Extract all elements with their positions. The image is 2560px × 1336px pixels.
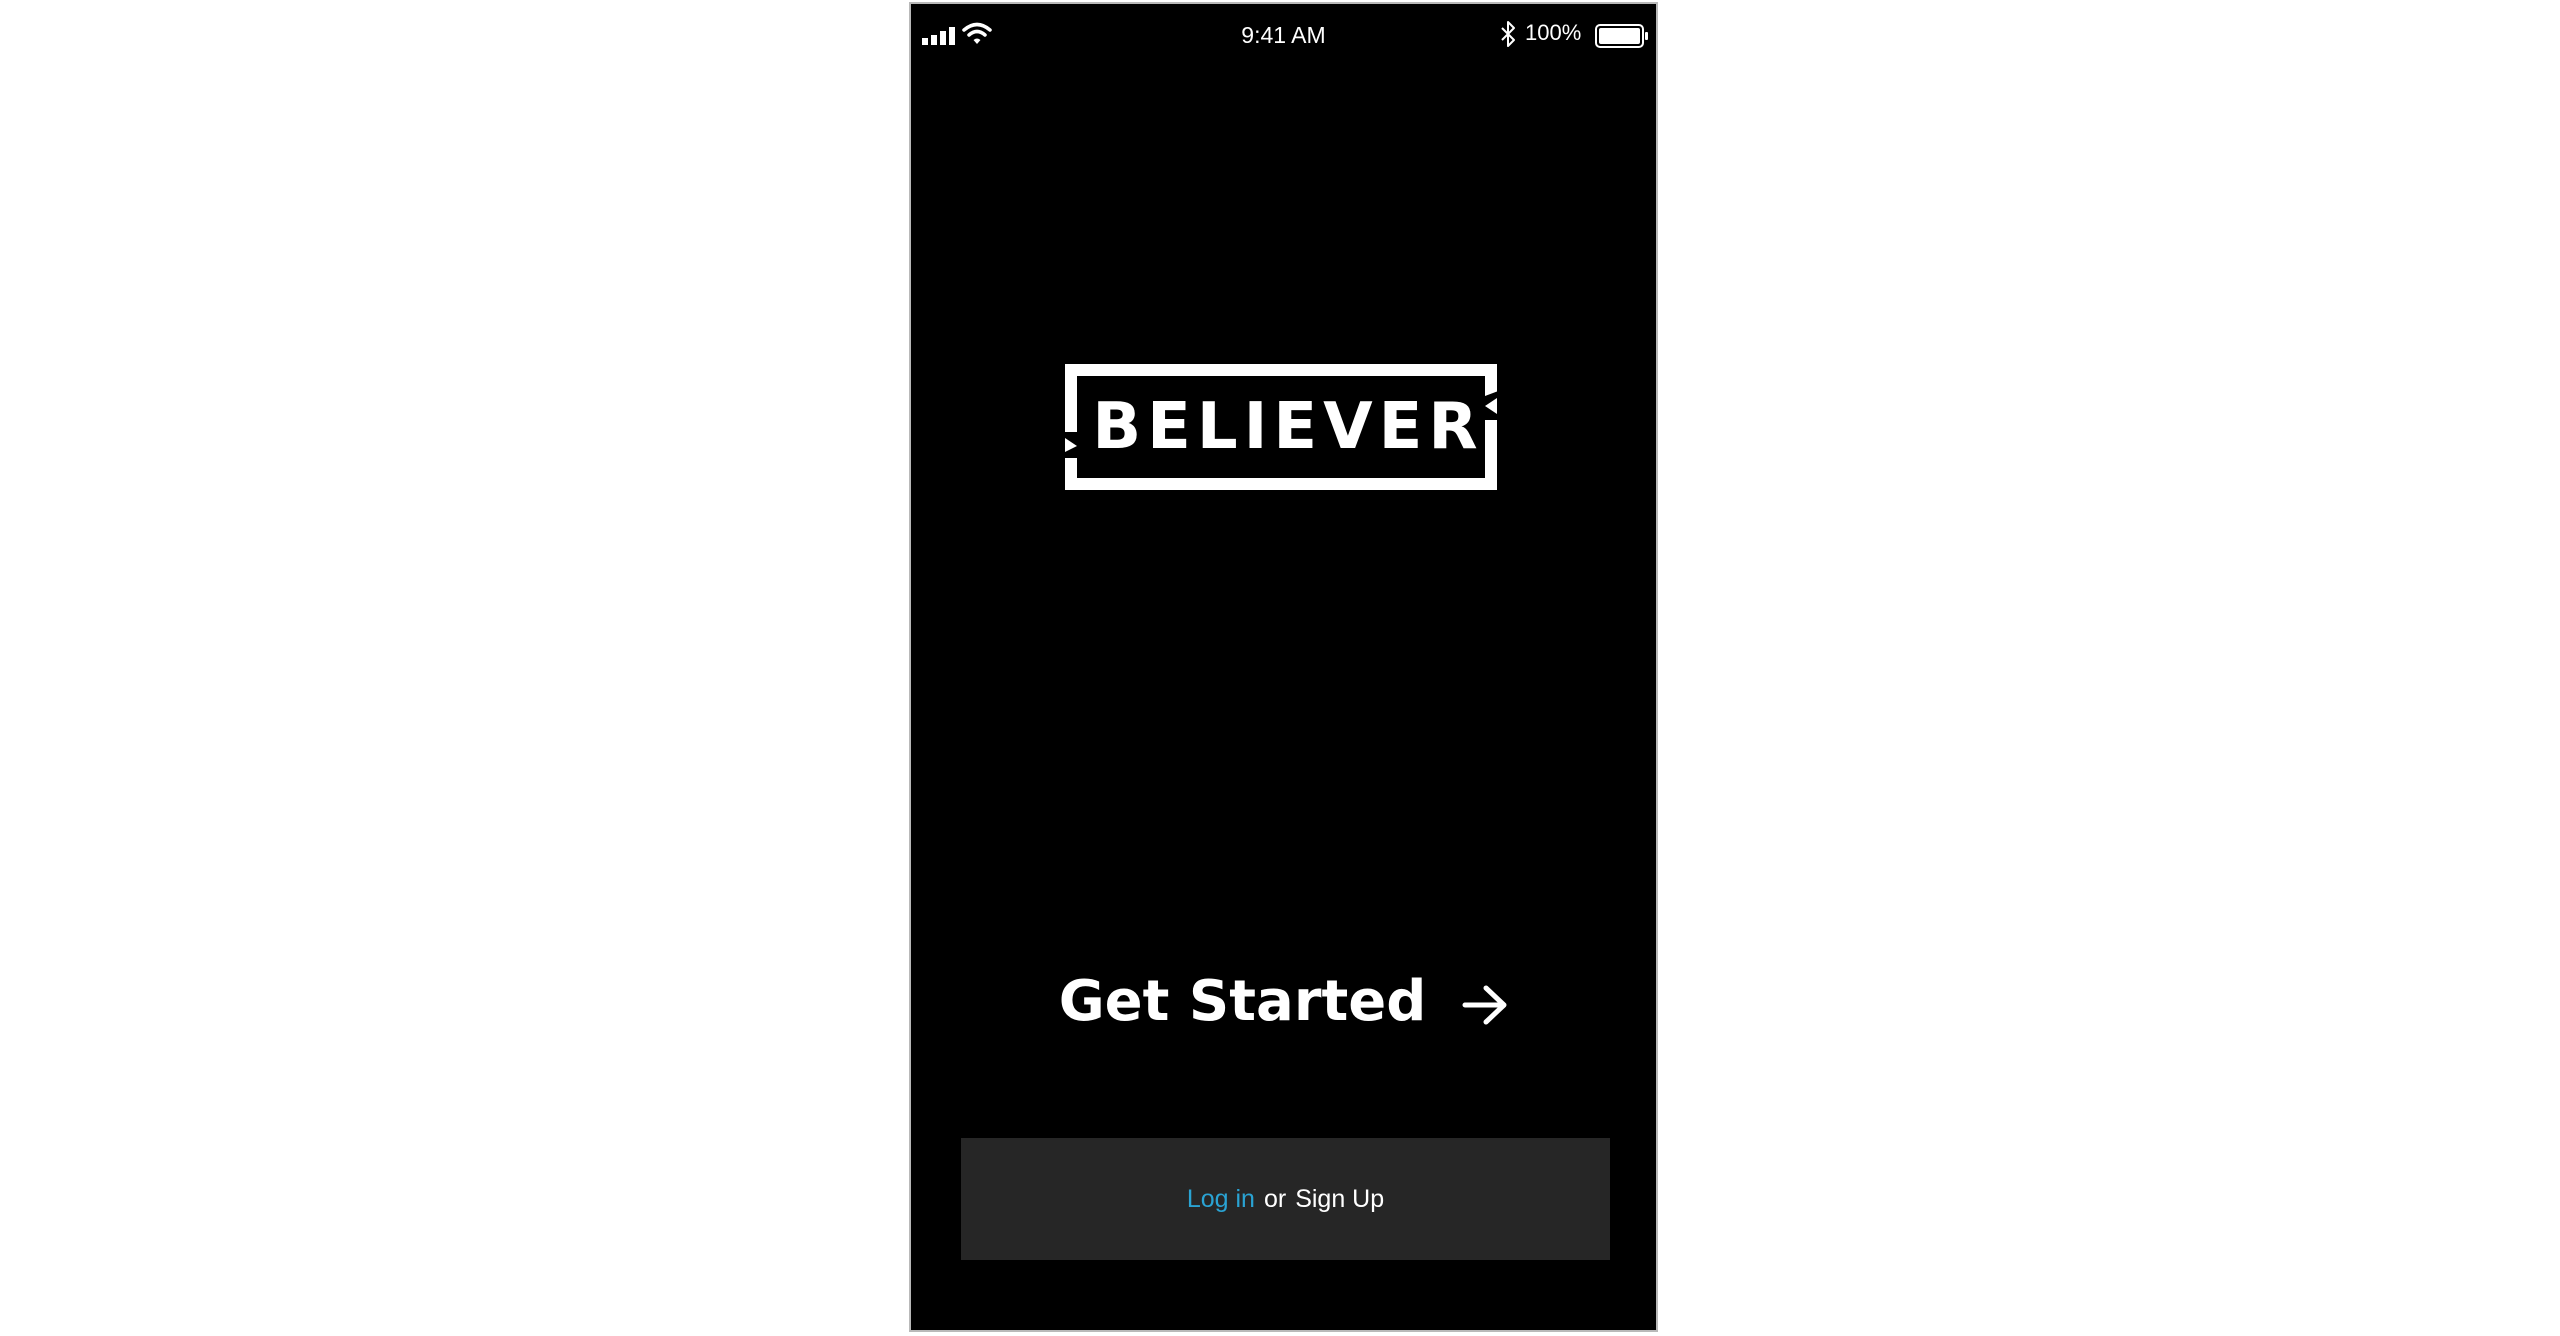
bluetooth-icon [1501, 21, 1515, 47]
logo-text: BELIEVER [1092, 390, 1484, 464]
login-link[interactable]: Log in [1187, 1185, 1255, 1214]
get-started-button[interactable]: Get Started [911, 969, 1656, 1034]
battery-icon [1595, 24, 1648, 48]
believer-logo: BELIEVER [1061, 360, 1509, 494]
auth-bar: Log in or Sign Up [961, 1138, 1610, 1260]
battery-percent: 100% [1525, 20, 1582, 45]
arrow-right-icon [1462, 985, 1507, 1024]
get-started-label: Get Started [1058, 969, 1427, 1034]
signup-link[interactable]: Sign Up [1295, 1185, 1384, 1214]
phone-screen: 9:41 AM 100% BELIEVER Get Started Log in… [909, 2, 1658, 1332]
status-bar: 9:41 AM 100% [911, 4, 1656, 64]
or-text: or [1263, 1184, 1287, 1213]
